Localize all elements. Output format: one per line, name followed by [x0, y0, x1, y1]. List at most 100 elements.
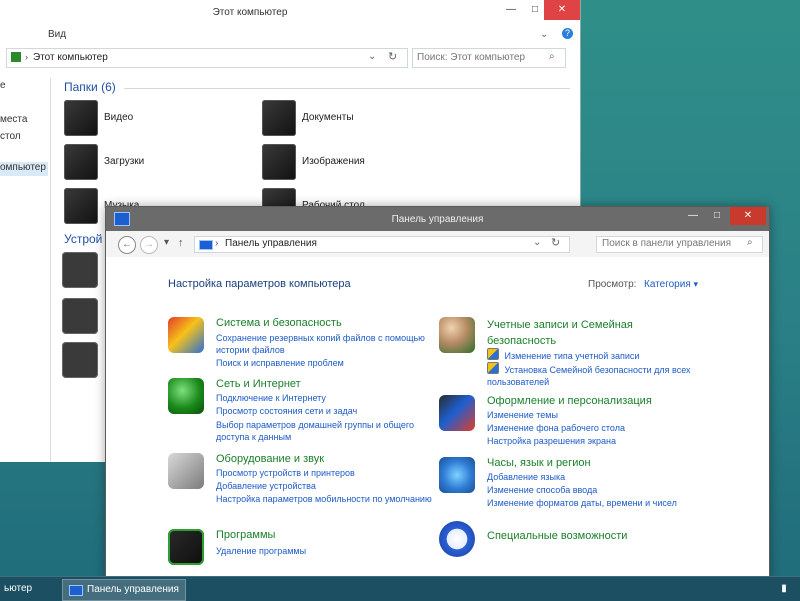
dropdown-arrow-icon: ▾ — [693, 279, 699, 289]
group-title-devices: Устрой — [64, 232, 103, 246]
folder-downloads[interactable]: Загрузки — [64, 144, 244, 184]
close-button[interactable]: ✕ — [544, 0, 580, 20]
personalization-icon — [439, 395, 475, 431]
category-title[interactable]: Оборудование и звук — [216, 453, 446, 465]
category-title[interactable]: Специальные возможности — [487, 530, 717, 542]
folder-videos[interactable]: Видео — [64, 100, 244, 140]
explorer-sidebar: е места стол омпьютер — [0, 78, 51, 462]
minimize-button[interactable]: — — [682, 207, 704, 225]
breadcrumb-chevron-icon: › — [215, 238, 219, 249]
address-dropdown-icon[interactable]: ⌄ — [368, 51, 376, 62]
control-panel-content: Настройка параметров компьютера Просмотр… — [106, 257, 769, 579]
category-link[interactable]: Сохранение резервных копий файлов с помо… — [216, 332, 446, 356]
maximize-button[interactable]: □ — [526, 0, 544, 20]
folder-documents[interactable]: Документы — [262, 100, 442, 140]
chevron-down-icon[interactable]: ⌄ — [540, 29, 548, 40]
view-by-dropdown[interactable]: Категория ▾ — [644, 279, 698, 290]
explorer-search-placeholder: Поиск: Этот компьютер — [417, 52, 526, 63]
sidebar-item-places[interactable]: места — [0, 114, 48, 128]
accessibility-icon — [439, 521, 475, 557]
network-globe-icon — [168, 378, 204, 414]
category-link[interactable]: Изменение типа учетной записи — [487, 348, 639, 361]
folder-downloads-icon — [64, 144, 98, 180]
taskbar-item-control-panel[interactable]: Панель управления — [62, 579, 186, 601]
category-link[interactable]: Настройка разрешения экрана — [487, 436, 616, 446]
category-link[interactable]: Изменение способа ввода — [487, 485, 597, 495]
explorer-search-input[interactable]: Поиск: Этот компьютер ⌕ — [412, 48, 566, 68]
explorer-menu: Вид ⌄ ? — [0, 26, 580, 44]
recent-pages-icon[interactable]: ▾ — [164, 237, 169, 248]
drive-icon[interactable] — [62, 252, 98, 288]
drive-icon[interactable] — [62, 298, 98, 334]
page-title: Настройка параметров компьютера — [168, 278, 351, 290]
control-panel-address-text: Панель управления — [225, 238, 317, 249]
control-panel-small-icon — [199, 240, 213, 250]
help-icon[interactable]: ? — [562, 28, 573, 39]
minimize-button[interactable]: — — [498, 0, 524, 20]
category-link[interactable]: Настройка параметров мобильности по умол… — [216, 494, 432, 504]
category-link[interactable]: Добавление устройства — [216, 481, 316, 491]
category-title[interactable]: Часы, язык и регион — [487, 457, 717, 469]
sidebar-item-partial-1[interactable]: е — [0, 80, 48, 94]
group-title-folders: Папки (6) — [64, 80, 116, 94]
explorer-address-bar[interactable]: › Этот компьютер ⌄ ↻ — [6, 48, 408, 68]
folder-music-icon — [64, 188, 98, 224]
search-icon[interactable]: ⌕ — [549, 51, 555, 62]
control-panel-nav: ← → ▾ ↑ › Панель управления ⌄ ↻ Поиск в … — [106, 231, 769, 258]
control-panel-window: Панель управления — □ ✕ ← → ▾ ↑ › Панель… — [105, 206, 770, 580]
category-title[interactable]: Сеть и Интернет — [216, 378, 446, 390]
category-link[interactable]: Подключение к Интернету — [216, 393, 326, 403]
category-link[interactable]: Установка Семейной безопасности для всех… — [487, 362, 707, 388]
category-link[interactable]: Изменение форматов даты, времени и чисел — [487, 498, 677, 508]
close-button[interactable]: ✕ — [730, 207, 766, 225]
category-title[interactable]: Оформление и персонализация — [487, 395, 717, 407]
uac-shield-icon — [487, 362, 499, 374]
category-link[interactable]: Изменение фона рабочего стола — [487, 423, 625, 433]
category-link[interactable]: Просмотр устройств и принтеров — [216, 468, 355, 478]
view-by-label: Просмотр: — [588, 279, 637, 290]
control-panel-title: Панель управления — [391, 214, 484, 225]
menu-view[interactable]: Вид — [48, 29, 66, 40]
shield-icon — [168, 317, 204, 353]
category-title[interactable]: Учетные записи и Семейная безопасность — [487, 317, 667, 349]
forward-button[interactable]: → — [140, 236, 158, 254]
folder-documents-icon — [262, 100, 296, 136]
category-link[interactable]: Выбор параметров домашней группы и общег… — [216, 419, 446, 443]
control-panel-titlebar: Панель управления — □ ✕ — [106, 207, 769, 231]
category-link[interactable]: Удаление программы — [216, 546, 306, 556]
sidebar-item-this-pc[interactable]: омпьютер — [0, 162, 48, 176]
folder-label: Документы — [302, 112, 354, 123]
explorer-address-text: Этот компьютер — [33, 52, 108, 63]
sidebar-item-desktop[interactable]: стол — [0, 131, 48, 145]
control-panel-search-input[interactable]: Поиск в панели управления ⌕ — [596, 236, 763, 253]
control-panel-search-placeholder: Поиск в панели управления — [602, 238, 732, 249]
explorer-titlebar: Этот компьютер — □ ✕ — [0, 0, 580, 26]
refresh-icon[interactable]: ↻ — [551, 236, 560, 249]
up-button[interactable]: ↑ — [178, 237, 184, 249]
control-panel-address-bar[interactable]: › Панель управления ⌄ ↻ — [194, 236, 570, 253]
taskbar-item-label: ьютер — [4, 583, 33, 594]
clock-globe-icon — [439, 457, 475, 493]
category-link-text: Установка Семейной безопасности для всех… — [487, 365, 691, 387]
category-link[interactable]: Поиск и исправление проблем — [216, 358, 344, 368]
category-link[interactable]: Добавление языка — [487, 472, 565, 482]
back-button[interactable]: ← — [118, 236, 136, 254]
notification-icon[interactable]: ▮ — [770, 579, 798, 599]
search-icon[interactable]: ⌕ — [747, 237, 753, 248]
separator-line — [124, 88, 570, 89]
maximize-button[interactable]: □ — [706, 207, 728, 225]
category-link[interactable]: Изменение темы — [487, 410, 558, 420]
folder-pictures[interactable]: Изображения — [262, 144, 442, 184]
category-title[interactable]: Система и безопасность — [216, 317, 446, 329]
drive-icon[interactable] — [62, 342, 98, 378]
category-link-text: Изменение типа учетной записи — [504, 351, 640, 361]
taskbar-item-explorer[interactable]: ьютер — [2, 579, 60, 599]
category-link[interactable]: Просмотр состояния сети и задач — [216, 406, 357, 416]
taskbar-control-panel-icon — [69, 585, 83, 596]
address-dropdown-icon[interactable]: ⌄ — [533, 237, 541, 248]
breadcrumb-chevron-icon: › — [25, 52, 28, 62]
refresh-icon[interactable]: ↻ — [388, 50, 397, 63]
folder-pictures-icon — [262, 144, 296, 180]
taskbar: ьютер Панель управления ▮ — [0, 576, 800, 601]
category-title[interactable]: Программы — [216, 529, 446, 541]
